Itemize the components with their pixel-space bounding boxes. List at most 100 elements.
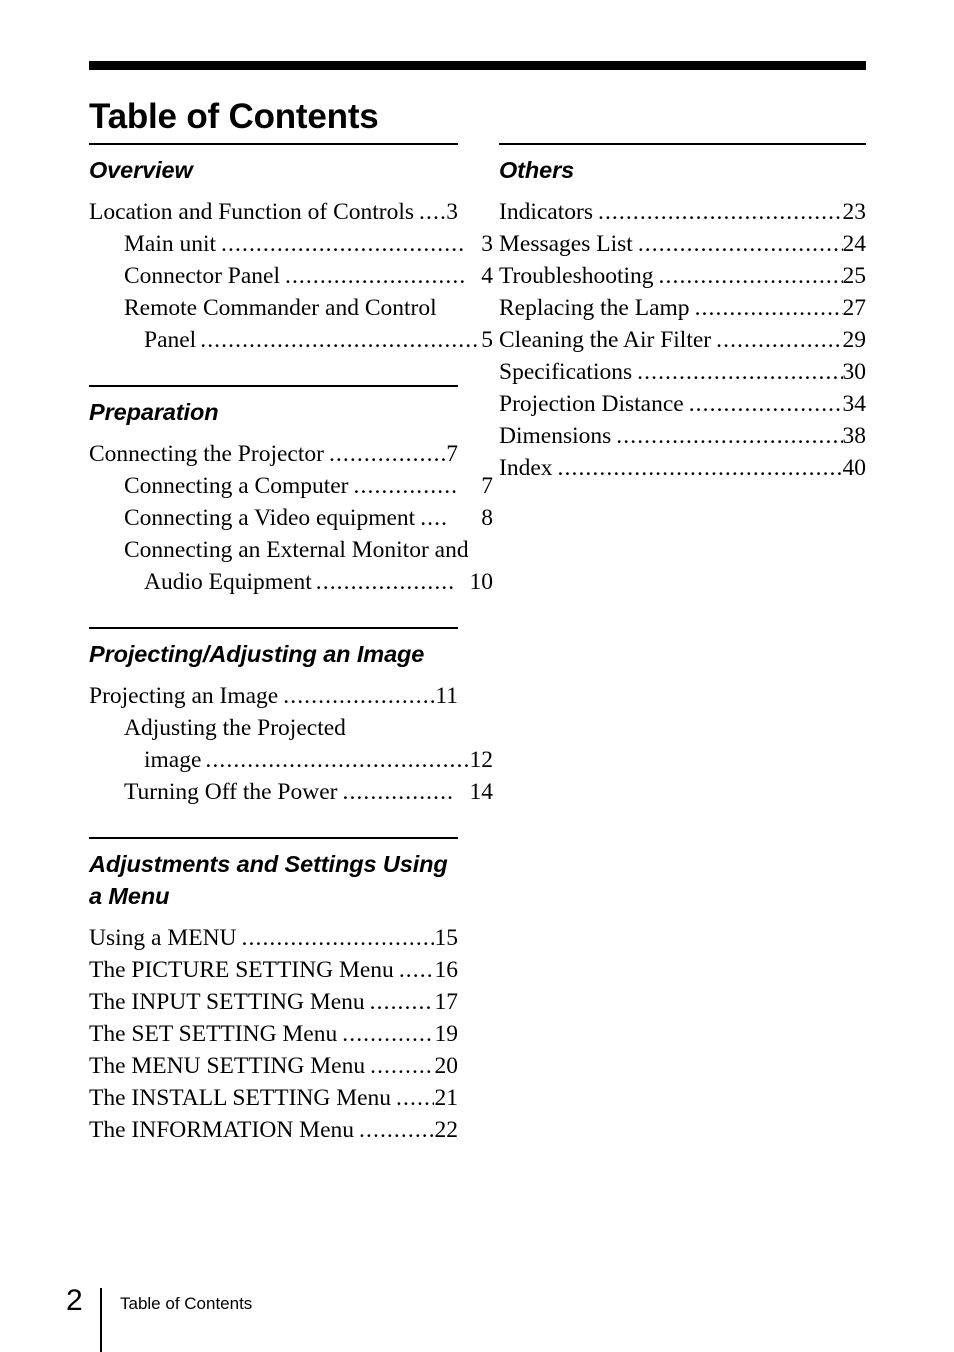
toc-leader-dots: ............... [353, 473, 459, 499]
toc-leader-dots: ........................................… [557, 455, 843, 481]
toc-entry-page-number: 14 [469, 779, 494, 805]
toc-entry-label: Specifications [499, 359, 633, 385]
toc-entry-label: Connecting a Computer [124, 473, 349, 499]
toc-entry-dimensions[interactable]: Dimensions..............................… [499, 420, 866, 452]
toc-entry-label: Replacing the Lamp [499, 295, 690, 321]
toc-entry-continuation: Panel...................................… [124, 324, 493, 356]
toc-entry-page-number: 34 [842, 391, 867, 417]
toc-entry-label: Index [499, 455, 553, 481]
toc-entry-connecting-a-computer[interactable]: Connecting a Computer............... 7 [89, 470, 493, 502]
toc-entry-label: Using a MENU [89, 925, 237, 951]
toc-entry-connector-panel[interactable]: Connector Panel.........................… [89, 260, 493, 292]
toc-leader-dots: ............ [359, 1117, 433, 1143]
toc-entry-the-input-setting-menu[interactable]: The INPUT SETTING Menu.......... 17 [89, 986, 458, 1018]
toc-entry-specifications[interactable]: Specifications..........................… [499, 356, 866, 388]
toc-entry-label: Remote Commander and Control [124, 295, 437, 321]
toc-entry-main-unit[interactable]: Main unit...............................… [89, 228, 493, 260]
toc-entry-page-number: 19 [434, 1021, 459, 1047]
toc-entry-page-number: 23 [842, 199, 867, 225]
toc-entry-label-cont: image [144, 747, 202, 773]
toc-leader-dots: ...................................... [616, 423, 842, 449]
toc-entry-page-number: 3 [481, 231, 493, 257]
toc-entry-page-number: 12 [469, 747, 494, 773]
toc-leader-dots: ............................... [658, 263, 843, 289]
toc-entry-adjusting-the-projected[interactable]: Adjusting the Projected image............… [89, 712, 493, 776]
toc-entry-label: The INFORMATION Menu [89, 1117, 355, 1143]
toc-leader-dots: ...... [396, 1085, 433, 1111]
toc-entry-list: Projecting an Image.....................… [89, 680, 493, 808]
toc-entry-indicators[interactable]: Indicators..............................… [499, 196, 866, 228]
footer-page-number: 2 [66, 1284, 83, 1317]
footer-divider [100, 1288, 102, 1352]
section-heading: Others [499, 157, 575, 183]
toc-entry-page-number: 11 [435, 683, 458, 709]
toc-entry-turning-off-the-power[interactable]: Turning Off the Power................ 14 [89, 776, 493, 808]
toc-entry-index[interactable]: Index...................................… [499, 452, 866, 484]
toc-entry-page-number: 10 [469, 569, 494, 595]
toc-entry-label: Indicators [499, 199, 593, 225]
toc-entry-label: Messages List [499, 231, 633, 257]
footer-section-label: Table of Contents [120, 1294, 253, 1313]
toc-entry-page-number: 8 [481, 505, 493, 531]
toc-page: Table of Contents Overview Location and F… [0, 0, 954, 1352]
toc-entry-projecting-an-image[interactable]: Projecting an Image.....................… [89, 680, 458, 712]
toc-entry-the-set-setting-menu[interactable]: The SET SETTING Menu...............19 [89, 1018, 458, 1050]
page-title: Table of Contents [89, 97, 379, 137]
toc-entry-label-cont: Panel [144, 327, 197, 353]
toc-section-preparation: Preparation Connecting the Projector.....… [89, 385, 493, 598]
toc-entry-label: Connecting a Video equipment [124, 505, 416, 531]
toc-entry-page-number: 24 [842, 231, 867, 257]
toc-leader-dots: ................................. [241, 925, 434, 951]
toc-leader-dots: .......................... [694, 295, 843, 321]
toc-column-right: Others Indicators........................… [499, 143, 866, 484]
toc-entry-page-number: 7 [446, 441, 458, 467]
toc-entry-page-number: 40 [842, 455, 867, 481]
toc-leader-dots: .................. [328, 441, 446, 467]
section-rule [499, 143, 866, 145]
toc-column-left: Overview Location and Function of Control… [89, 143, 493, 1146]
toc-entry-replacing-the-lamp[interactable]: Replacing the Lamp......................… [499, 292, 866, 324]
toc-entry-location-and-function-of-controls[interactable]: Location and Function of Controls.... 3 [89, 196, 458, 228]
toc-entry-page-number: 29 [842, 327, 867, 353]
section-heading: Adjustments and Settings Using a Menu [89, 851, 448, 909]
toc-entry-projection-distance[interactable]: Projection Distance.....................… [499, 388, 866, 420]
title-rule [89, 61, 866, 70]
toc-entry-label: Connector Panel [124, 263, 280, 289]
toc-entry-label: Cleaning the Air Filter [499, 327, 712, 353]
toc-entry-using-a-menu[interactable]: Using a MENU............................… [89, 922, 458, 954]
toc-entry-connecting-the-projector[interactable]: Connecting the Projector................… [89, 438, 458, 470]
toc-entry-the-install-setting-menu[interactable]: The INSTALL SETTING Menu......21 [89, 1082, 458, 1114]
toc-entry-connecting-an-external-monitor-and[interactable]: Connecting an External Monitor and Audio … [89, 534, 493, 598]
toc-leader-dots: .......................... [688, 391, 843, 417]
toc-leader-dots: .... [419, 199, 446, 225]
toc-entry-label: Connecting the Projector [89, 441, 324, 467]
toc-entry-list: Indicators..............................… [499, 196, 866, 484]
toc-entry-page-number: 22 [434, 1117, 459, 1143]
toc-leader-dots: .......................... [284, 263, 467, 289]
toc-entry-page-number: 3 [446, 199, 458, 225]
section-heading: Projecting/Adjusting an Image [89, 641, 425, 667]
toc-entry-page-number: 20 [434, 1053, 459, 1079]
toc-entry-the-picture-setting-menu[interactable]: The PICTURE SETTING Menu......16 [89, 954, 458, 986]
toc-entry-label: The PICTURE SETTING Menu [89, 957, 394, 983]
toc-leader-dots: ...................................... [205, 747, 469, 773]
toc-entry-the-menu-setting-menu[interactable]: The MENU SETTING Menu.......... 20 [89, 1050, 458, 1082]
toc-entry-connecting-a-video-equipment[interactable]: Connecting a Video equipment.... 8 [89, 502, 493, 534]
section-rule [89, 627, 458, 629]
toc-entry-messages-list[interactable]: Messages List...........................… [499, 228, 866, 260]
toc-entry-the-information-menu[interactable]: The INFORMATION Menu............22 [89, 1114, 458, 1146]
toc-leader-dots: ........................................… [597, 199, 843, 225]
toc-entry-page-number: 4 [481, 263, 493, 289]
toc-entry-page-number: 16 [434, 957, 459, 983]
toc-leader-dots: ................ [342, 779, 455, 805]
toc-entry-cleaning-the-air-filter[interactable]: Cleaning the Air Filter.................… [499, 324, 866, 356]
toc-entry-troubleshooting[interactable]: Troubleshooting.........................… [499, 260, 866, 292]
toc-entry-remote-commander-and-control[interactable]: Remote Commander and Control Panel.......… [89, 292, 493, 356]
toc-leader-dots: ................................... [637, 359, 842, 385]
toc-entry-list: Using a MENU............................… [89, 922, 458, 1146]
toc-leader-dots: ............... [342, 1021, 433, 1047]
toc-entry-label: Dimensions [499, 423, 612, 449]
toc-leader-dots: ........................................… [200, 327, 481, 353]
toc-entry-page-number: 21 [434, 1085, 459, 1111]
section-heading: Preparation [89, 399, 219, 425]
